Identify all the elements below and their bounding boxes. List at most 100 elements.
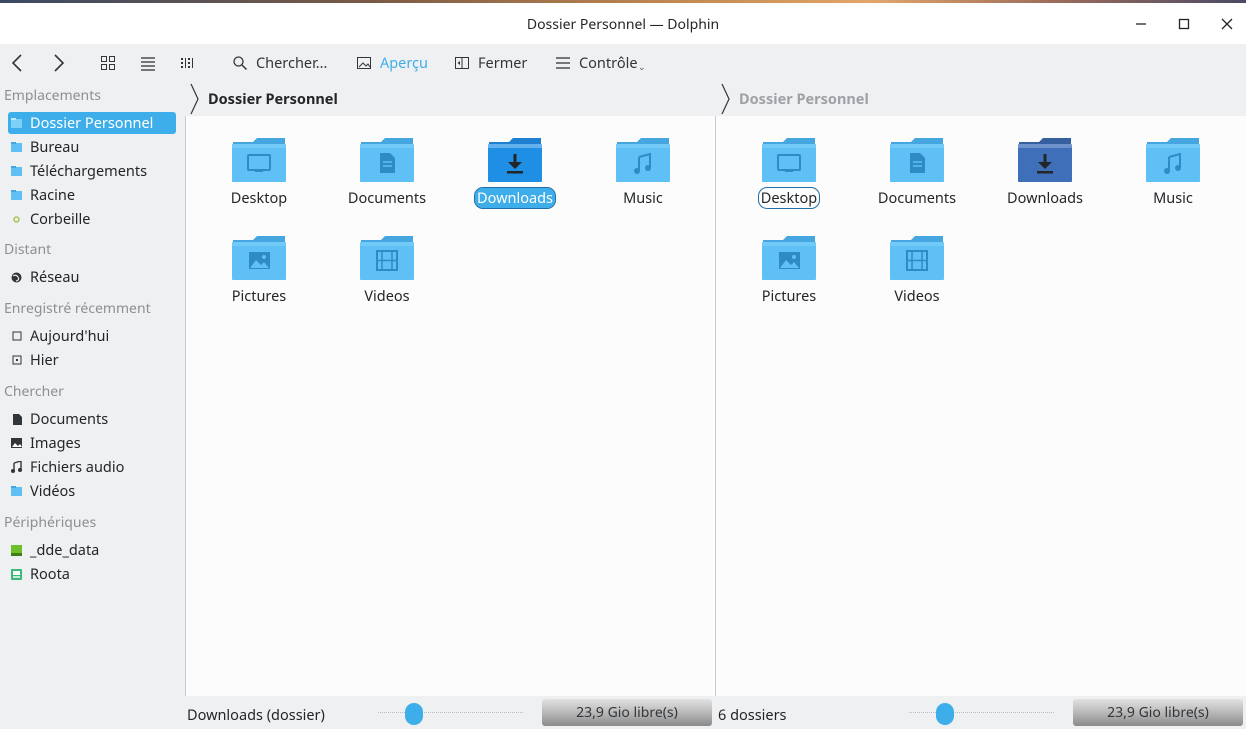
right-zoom-slider[interactable] (909, 703, 1054, 725)
image-icon (11, 438, 22, 448)
sidebar-item-today[interactable]: Aujourd'hui (8, 325, 176, 347)
sidebar-item-search-audio[interactable]: Fichiers audio (8, 456, 176, 478)
sidebar-item-label: Aujourd'hui (30, 326, 110, 346)
right-free-space-indicator[interactable]: 23,9 Gio libre(s) (1073, 699, 1243, 726)
sidebar-item-home[interactable]: Dossier Personnel (8, 112, 176, 134)
control-label: Contrôle (579, 53, 638, 73)
breadcrumb-separator-icon (721, 83, 730, 115)
icons-view-button[interactable] (100, 51, 116, 75)
icons-view-icon (101, 56, 115, 70)
forward-button[interactable] (50, 51, 68, 75)
left-view-pane: Dossier Personnel Desktop Documents Down… (185, 82, 716, 696)
sidebar-item-network[interactable]: Réseau (8, 266, 176, 288)
downloads-folder-icon (11, 166, 22, 176)
file-item-desktop[interactable]: Desktop (204, 136, 314, 208)
sidebar-item-downloads[interactable]: Téléchargements (8, 160, 176, 182)
sidebar-item-dde-data[interactable]: _dde_data (8, 539, 176, 561)
root-folder-icon (11, 190, 22, 200)
compact-view-icon (181, 58, 193, 68)
drive-icon (11, 544, 22, 556)
sidebar-item-label: Fichiers audio (30, 457, 125, 477)
breadcrumb-current[interactable]: Dossier Personnel (208, 89, 338, 109)
close-split-icon (455, 57, 469, 69)
left-zoom-slider-handle[interactable] (405, 703, 424, 725)
file-item-pictures[interactable]: Pictures (734, 234, 844, 306)
sidebar-item-search-videos[interactable]: Vidéos (8, 480, 176, 502)
drive-root-icon (11, 568, 22, 580)
file-item-desktop[interactable]: Desktop (734, 136, 844, 209)
left-free-space-indicator[interactable]: 23,9 Gio libre(s) (542, 699, 712, 726)
left-zoom-slider[interactable] (378, 703, 523, 725)
minimize-button[interactable] (1129, 13, 1153, 35)
preview-button[interactable]: Aperçu (356, 51, 428, 75)
file-view[interactable]: Desktop Documents Downloads Music Pictur… (185, 116, 716, 696)
image-preview-icon (357, 57, 371, 69)
breadcrumb[interactable]: Dossier Personnel (185, 82, 715, 116)
control-menu-button[interactable]: Contrôle (555, 51, 638, 75)
sidebar-item-root[interactable]: Racine (8, 184, 176, 206)
desktop-folder-icon (231, 136, 287, 182)
sidebar-item-label: Corbeille (30, 209, 91, 229)
window-title: Dossier Personnel — Dolphin (526, 15, 720, 34)
places-panel: Emplacements Dossier Personnel Bureau Té… (0, 82, 184, 729)
search-label: Chercher... (256, 53, 328, 73)
music-folder-icon (1145, 136, 1201, 182)
search-button[interactable]: Chercher... (232, 51, 327, 75)
documents-folder-icon (359, 136, 415, 182)
right-view-pane: Dossier Personnel Desktop Documents Down… (716, 82, 1246, 696)
sidebar-item-label: Images (30, 433, 81, 453)
audio-icon (11, 461, 22, 473)
breadcrumb-current[interactable]: Dossier Personnel (739, 89, 869, 109)
file-name: Downloads (1007, 188, 1083, 208)
sidebar-section-remote: Distant (4, 240, 52, 259)
details-view-button[interactable] (140, 51, 156, 75)
file-item-videos[interactable]: Videos (332, 234, 442, 306)
chevron-down-icon: ⌄ (638, 60, 646, 73)
details-view-icon (141, 57, 155, 71)
file-name: Music (623, 188, 663, 208)
sidebar-item-yesterday[interactable]: Hier (8, 349, 176, 371)
calendar-yesterday-icon (11, 355, 22, 365)
status-bar: Downloads (dossier) 23,9 Gio libre(s) 6 … (185, 696, 1246, 729)
sidebar-item-trash[interactable]: Corbeille (8, 208, 176, 230)
right-zoom-slider-handle[interactable] (936, 703, 955, 725)
sidebar-item-roota[interactable]: Roota (8, 563, 176, 585)
home-folder-icon (11, 118, 22, 128)
sidebar-item-desktop[interactable]: Bureau (8, 136, 176, 158)
file-item-documents[interactable]: Documents (862, 136, 972, 208)
documents-folder-icon (889, 136, 945, 182)
breadcrumb[interactable]: Dossier Personnel (716, 82, 1246, 116)
videos-folder-icon (889, 234, 945, 280)
downloads-folder-icon (488, 138, 542, 182)
close-button[interactable] (1215, 13, 1239, 35)
sidebar-item-label: Téléchargements (30, 161, 148, 181)
left-status-text: Downloads (dossier) (187, 705, 325, 725)
file-item-pictures[interactable]: Pictures (204, 234, 314, 306)
close-split-label: Fermer (478, 53, 528, 73)
sidebar-item-label: Racine (30, 185, 75, 205)
hamburger-menu-icon (556, 57, 570, 69)
calendar-today-icon (11, 331, 22, 341)
sidebar-item-search-images[interactable]: Images (8, 432, 176, 454)
file-name: Documents (877, 188, 957, 208)
desktop-folder-icon (11, 142, 22, 152)
right-status-text: 6 dossiers (718, 705, 787, 725)
sidebar-section-devices: Périphériques (4, 513, 97, 532)
file-item-downloads[interactable]: Downloads (990, 136, 1100, 208)
title-bar[interactable]: Dossier Personnel — Dolphin (0, 3, 1246, 44)
close-split-button[interactable]: Fermer (454, 51, 527, 75)
file-item-music[interactable]: Music (1118, 136, 1228, 208)
file-item-videos[interactable]: Videos (862, 234, 972, 306)
file-view[interactable]: Desktop Documents Downloads Music Pictur… (716, 116, 1246, 696)
file-item-downloads[interactable]: Downloads (460, 136, 570, 209)
close-icon (1221, 18, 1233, 30)
compact-view-button[interactable] (180, 51, 196, 75)
file-item-documents[interactable]: Documents (332, 136, 442, 208)
back-button[interactable] (8, 51, 26, 75)
sidebar-item-search-documents[interactable]: Documents (8, 408, 176, 430)
maximize-button[interactable] (1172, 13, 1196, 35)
sidebar-item-label: Hier (30, 350, 59, 370)
file-item-music[interactable]: Music (588, 136, 698, 208)
sidebar-item-label: Bureau (30, 137, 80, 157)
preview-label: Aperçu (380, 53, 428, 73)
